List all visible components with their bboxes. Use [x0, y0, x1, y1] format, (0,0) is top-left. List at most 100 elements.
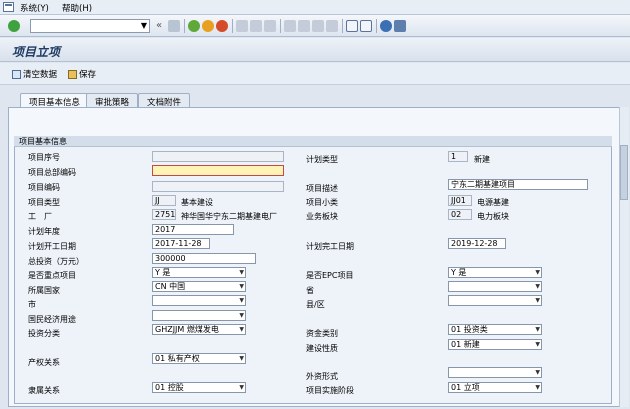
field-label: 外资形式 [306, 372, 338, 381]
save-label: 保存 [79, 70, 97, 80]
plant-field: 2751 [152, 209, 176, 220]
total-investment-input[interactable]: 300000 [152, 253, 256, 264]
project-type-desc: 基本建设 [181, 198, 213, 207]
prev-page-icon[interactable] [298, 20, 310, 32]
field-label: 资金类别 [306, 329, 338, 338]
menu-help[interactable]: 帮助(H) [62, 2, 92, 14]
help-icon[interactable] [380, 20, 392, 32]
field-label: 项目小类 [306, 198, 338, 207]
print-icon[interactable] [236, 20, 248, 32]
field-label: 项目序号 [28, 153, 60, 162]
province-select[interactable] [448, 281, 542, 292]
chevron-down-icon[interactable]: ▼ [141, 21, 147, 30]
city-select[interactable] [152, 295, 246, 306]
standard-toolbar: ▼ « [0, 15, 630, 37]
group-title: 项目基本信息 [14, 136, 612, 147]
field-label: 省 [306, 286, 314, 295]
investment-category-select[interactable]: GHZJJM 燃煤发电 [152, 324, 246, 335]
cancel-icon[interactable] [216, 20, 228, 32]
field-label: 计划年度 [28, 227, 60, 236]
plan-year-input[interactable]: 2017 [152, 224, 234, 235]
project-seq-field [152, 151, 284, 162]
tab-approval[interactable]: 审批策略 [86, 93, 139, 108]
implementation-stage-select[interactable]: 01 立项 [448, 382, 542, 393]
field-label: 项目实施阶段 [306, 386, 354, 395]
field-label: 计划完工日期 [306, 242, 354, 251]
field-label: 总投资（万元） [28, 257, 84, 266]
find-icon[interactable] [250, 20, 262, 32]
epc-project-select[interactable]: Y 是 [448, 267, 542, 278]
toolbar-separator [376, 19, 377, 33]
field-label: 是否重点项目 [28, 271, 76, 280]
field-label: 工 厂 [28, 212, 52, 221]
field-label: 县/区 [306, 300, 325, 309]
toolbar-separator [280, 19, 281, 33]
application-toolbar: 清空数据 保存 [0, 63, 630, 85]
exit-icon[interactable] [202, 20, 214, 32]
page-title: 项目立项 [12, 45, 61, 59]
field-label: 计划开工日期 [28, 242, 76, 251]
next-page-icon[interactable] [312, 20, 324, 32]
plan-start-date-input[interactable]: 2017-11-28 [152, 238, 210, 249]
tab-basic-info[interactable]: 项目基本信息 [20, 93, 90, 108]
last-page-icon[interactable] [326, 20, 338, 32]
new-session-icon[interactable] [346, 20, 358, 32]
clear-data-label: 清空数据 [23, 70, 58, 80]
toolbar-separator [184, 19, 185, 33]
affiliation-select[interactable]: 01 控股 [152, 382, 246, 393]
trash-icon [12, 69, 21, 79]
field-label: 是否EPC项目 [306, 271, 354, 280]
window-icon[interactable] [3, 2, 14, 12]
toolbar-separator [342, 19, 343, 33]
property-rights-select[interactable]: 01 私有产权 [152, 353, 246, 364]
fund-category-select[interactable]: 01 投资类 [448, 324, 542, 335]
toolbar-separator [232, 19, 233, 33]
field-label: 项目编码 [28, 183, 60, 192]
project-description-input[interactable]: 宁东二期基建项目 [448, 179, 588, 190]
back-icon[interactable]: « [156, 20, 162, 31]
save-icon[interactable] [168, 20, 180, 32]
field-label: 所属国家 [28, 286, 60, 295]
field-label: 建设性质 [306, 344, 338, 353]
field-label: 市 [28, 300, 36, 309]
economic-use-select[interactable] [152, 310, 246, 321]
first-page-icon[interactable] [284, 20, 296, 32]
county-select[interactable] [448, 295, 542, 306]
field-label: 国民经济用途 [28, 315, 76, 324]
plan-type-field: 1 [448, 151, 468, 162]
project-code-field [152, 181, 284, 192]
command-field[interactable]: ▼ [30, 19, 150, 33]
shortcut-icon[interactable] [360, 20, 372, 32]
field-label: 隶属关系 [28, 386, 60, 395]
save-icon [68, 69, 77, 79]
save-button[interactable]: 保存 [68, 68, 96, 80]
clear-data-button[interactable]: 清空数据 [12, 68, 57, 80]
construction-nature-select[interactable]: 01 新建 [448, 339, 542, 350]
title-bar: 项目立项 [0, 38, 630, 62]
country-select[interactable]: CN 中国 [152, 281, 246, 292]
business-segment-field: 02 [448, 209, 472, 220]
menu-system[interactable]: 系统(Y) [20, 2, 49, 14]
hq-code-input[interactable] [152, 165, 284, 176]
key-project-select[interactable]: Y 是 [152, 267, 246, 278]
find-next-icon[interactable] [264, 20, 276, 32]
project-subtype-desc: 电源基建 [477, 198, 509, 207]
project-type-field: JJ [152, 195, 176, 206]
plant-desc: 神华国华宁东二期基建电厂 [181, 212, 277, 221]
tab-attachments[interactable]: 文档附件 [138, 93, 191, 108]
scrollbar-thumb[interactable] [620, 145, 628, 200]
foreign-capital-select[interactable] [448, 367, 542, 378]
project-subtype-field: JJ01 [448, 195, 472, 206]
field-label: 产权关系 [28, 358, 60, 367]
business-segment-desc: 电力板块 [477, 212, 509, 221]
plan-type-desc: 新建 [474, 155, 490, 164]
field-label: 项目描述 [306, 184, 338, 193]
field-label: 项目类型 [28, 198, 60, 207]
layout-menu-icon[interactable] [394, 20, 406, 32]
field-label: 计划类型 [306, 155, 338, 164]
menu-bar: 系统(Y) 帮助(H) [0, 0, 630, 15]
field-label: 项目总部编码 [28, 168, 76, 177]
enter-icon[interactable] [8, 20, 20, 32]
back-nav-icon[interactable] [188, 20, 200, 32]
plan-end-date-input[interactable]: 2019-12-28 [448, 238, 506, 249]
